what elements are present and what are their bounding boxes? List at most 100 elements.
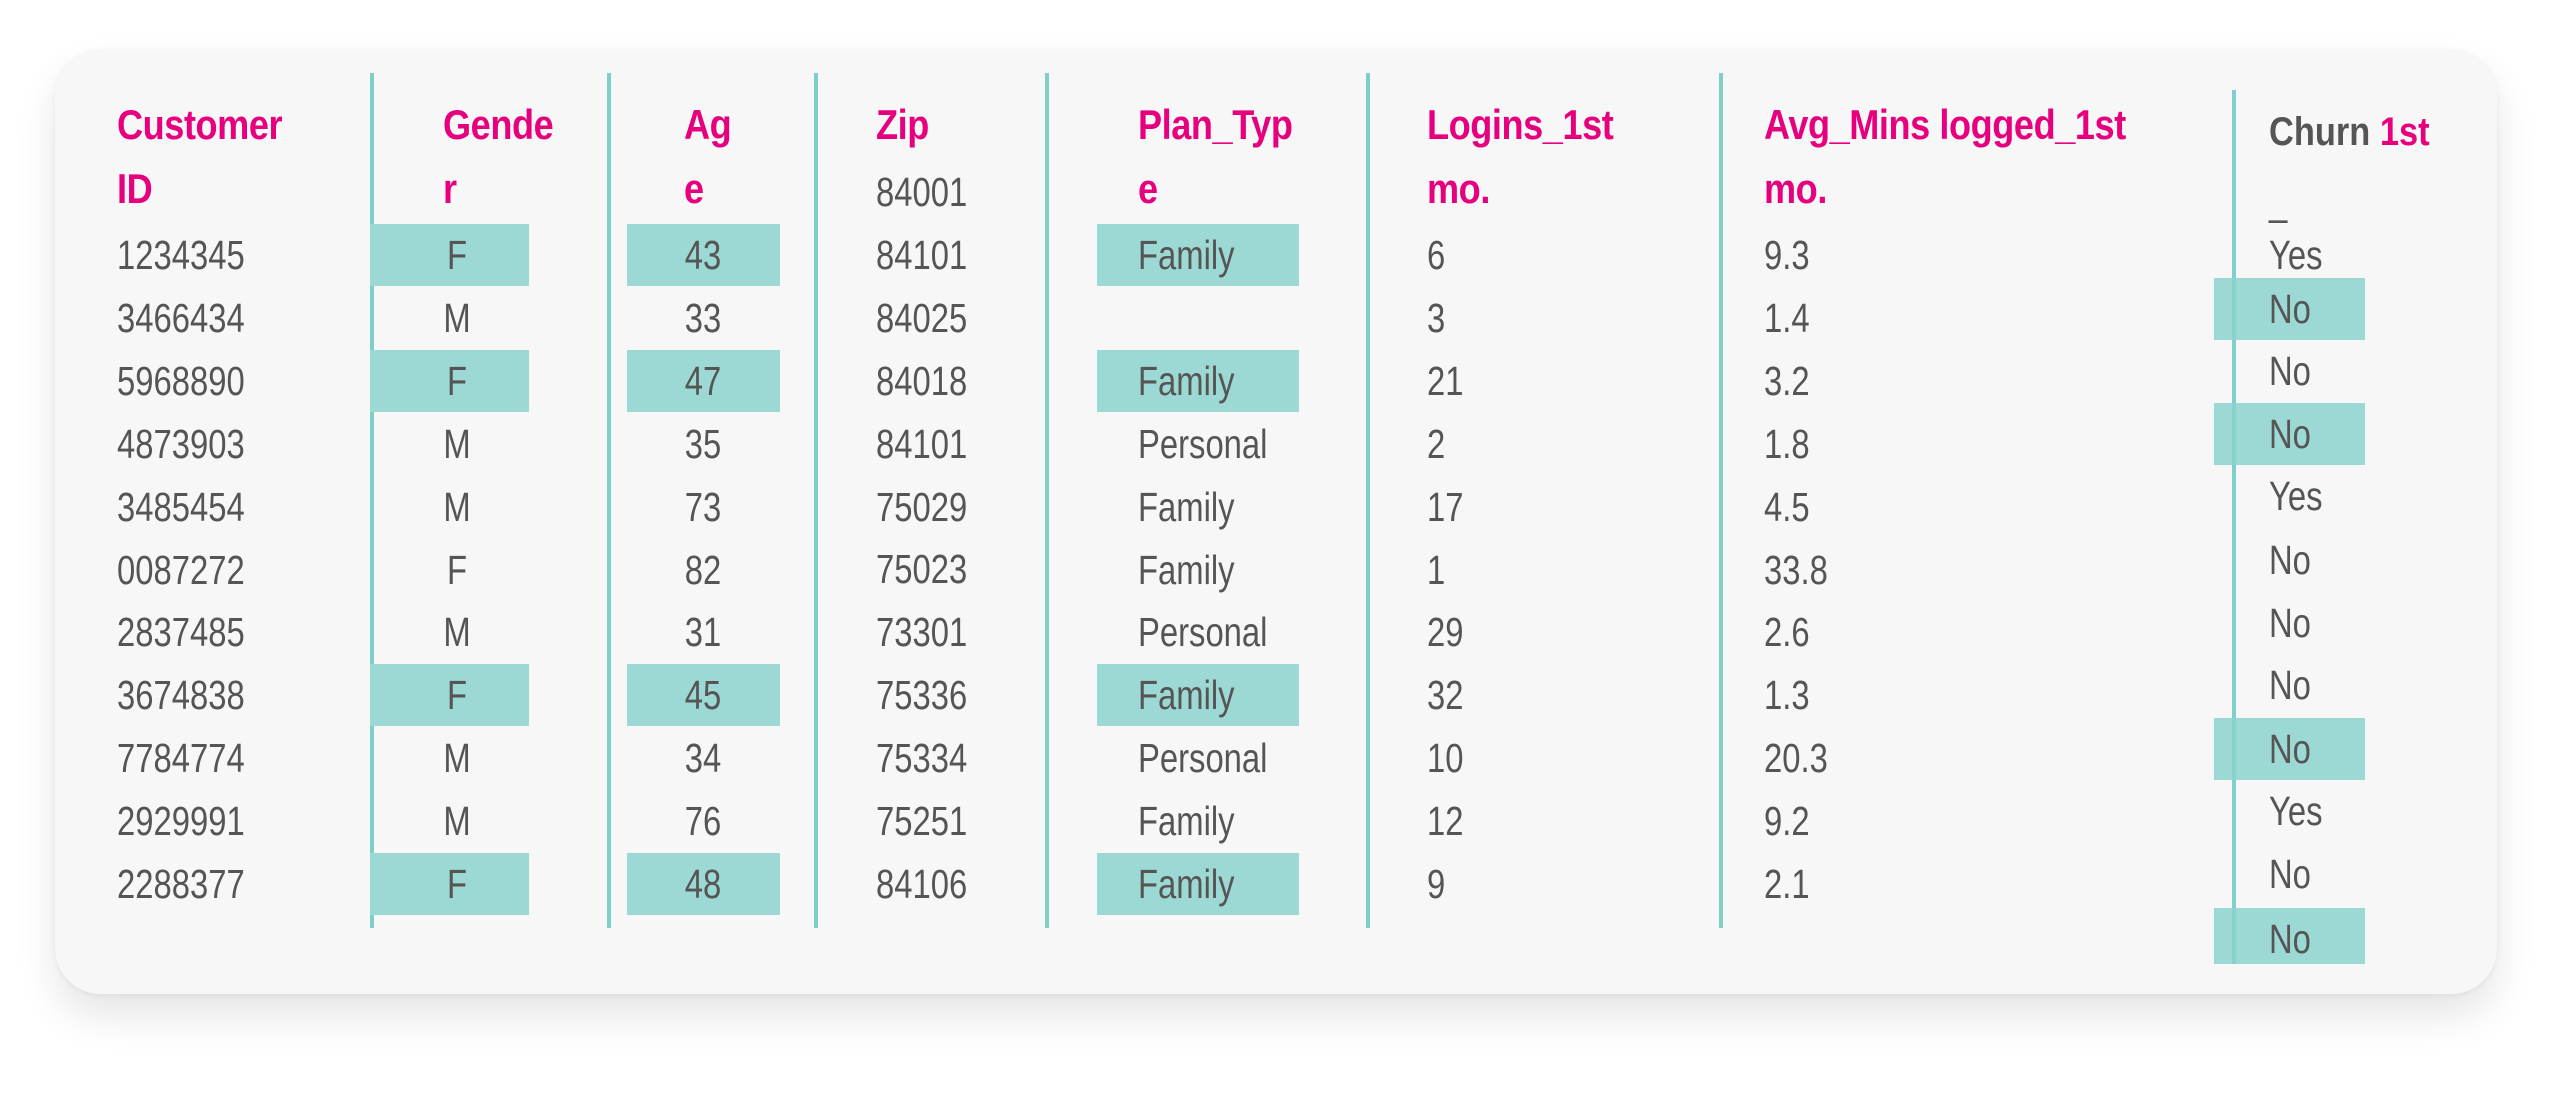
churn-column-divider	[2232, 90, 2236, 964]
zip-cell: 84101	[876, 231, 968, 278]
plan-type-cell: Family	[1138, 798, 1235, 845]
plan-type-cell: Family	[1138, 232, 1235, 278]
age-cell: 33	[684, 294, 722, 341]
zip-cell: 73301	[876, 609, 968, 656]
header-plan-type: e	[1138, 165, 1158, 212]
churn-cell: Yes	[2269, 788, 2323, 834]
customer-id-cell: 3674838	[117, 672, 245, 719]
age-cell: 35	[684, 420, 722, 467]
header-churn-1st-label: 1st	[2379, 110, 2430, 154]
gender-cell: F	[446, 546, 468, 593]
logins-cell: 9	[1427, 861, 1446, 907]
zip-cell: 75251	[876, 798, 968, 844]
column-divider	[814, 73, 818, 928]
header-age: Ag	[684, 101, 732, 148]
header-avg-mins-logged-1st-mo: mo.	[1764, 165, 1827, 212]
churn-cell: No	[2269, 851, 2311, 897]
plan-type-cell: Family	[1138, 546, 1235, 593]
zip-cell: 75336	[876, 672, 968, 719]
customer-id-cell: 3485454	[117, 483, 245, 530]
customer-id-cell: 2288377	[117, 861, 245, 907]
logins-cell: 12	[1427, 798, 1464, 845]
gender-cell: F	[446, 357, 468, 404]
zip-cell: 84025	[876, 294, 968, 341]
header-churn-underscore: _	[2269, 178, 2288, 224]
churn-cell: No	[2269, 348, 2311, 394]
customer-id-cell: 7784774	[117, 735, 245, 782]
customer-id-cell: 1234345	[117, 232, 245, 278]
zip-cell: 75029	[876, 483, 968, 530]
header-age: e	[684, 165, 704, 212]
gender-cell: M	[443, 609, 471, 656]
churn-cell: Yes	[2269, 473, 2323, 519]
gender-cell: F	[446, 232, 468, 278]
gender-cell: M	[443, 483, 471, 530]
age-cell: 82	[684, 546, 722, 593]
churn-cell: No	[2269, 537, 2311, 583]
logins-cell: 6	[1427, 232, 1446, 278]
churn-cell: No	[2269, 600, 2311, 646]
age-cell: 34	[684, 735, 722, 782]
churn-cell: No	[2269, 286, 2311, 332]
churn-cell: No	[2269, 726, 2311, 772]
header-customer-id: Customer	[117, 101, 283, 148]
zip-cell: 75334	[876, 735, 968, 782]
header-churn-1st: Churn 1st	[2269, 102, 2430, 162]
logins-cell: 1	[1427, 546, 1446, 593]
customer-id-cell: 2837485	[117, 609, 245, 656]
age-cell: 73	[684, 483, 722, 530]
logins-cell: 21	[1427, 357, 1464, 404]
customer-id-cell: 5968890	[117, 357, 245, 404]
age-cell: 48	[684, 861, 722, 907]
age-cell: 31	[684, 609, 722, 656]
avg-mins-cell: 1.8	[1764, 420, 1810, 467]
zip-cell: 84018	[876, 357, 968, 404]
gender-cell: F	[446, 861, 468, 907]
logins-cell: 10	[1427, 735, 1464, 782]
column-divider	[370, 73, 374, 928]
customer-id-cell: 3466434	[117, 294, 245, 341]
churn-cell: No	[2269, 411, 2311, 457]
column-divider	[607, 73, 611, 928]
avg-mins-cell: 4.5	[1764, 483, 1810, 530]
header-zip: Zip	[876, 101, 929, 148]
avg-mins-cell: 33.8	[1764, 546, 1828, 593]
customer-id-cell: 2929991	[117, 798, 245, 845]
avg-mins-cell: 1.4	[1764, 294, 1810, 341]
customer-id-cell: 0087272	[117, 546, 245, 593]
avg-mins-cell: 2.1	[1764, 861, 1810, 907]
header-customer-id: ID	[117, 165, 153, 212]
header-plan-type: Plan_Typ	[1138, 101, 1293, 148]
age-cell: 43	[684, 232, 722, 278]
logins-cell: 2	[1427, 420, 1446, 467]
plan-type-cell: Family	[1138, 861, 1235, 907]
age-cell: 76	[684, 798, 722, 845]
gender-cell: M	[443, 420, 471, 467]
gender-cell: M	[443, 798, 471, 845]
age-cell: 45	[684, 672, 722, 719]
header-avg-mins-logged-1st-mo: Avg_Mins logged_1st	[1764, 101, 2126, 148]
avg-mins-cell: 20.3	[1764, 735, 1828, 782]
plan-type-cell: Personal	[1138, 735, 1268, 782]
churn-cell: No	[2269, 662, 2311, 708]
churn-cell: Yes	[2269, 232, 2323, 278]
header-gender: r	[443, 165, 457, 212]
zip-cell: 84106	[876, 860, 968, 907]
avg-mins-cell: 9.3	[1764, 232, 1810, 278]
avg-mins-cell: 2.6	[1764, 609, 1810, 656]
column-divider	[1045, 73, 1049, 928]
avg-mins-cell: 3.2	[1764, 357, 1810, 404]
logins-cell: 29	[1427, 609, 1464, 656]
churn-cell: No	[2269, 916, 2311, 962]
plan-type-cell: Family	[1138, 357, 1235, 404]
logins-cell: 3	[1427, 294, 1446, 341]
plan-type-cell: Personal	[1138, 420, 1268, 467]
customer-id-cell: 4873903	[117, 420, 245, 467]
gender-cell: F	[446, 672, 468, 719]
zip-cell: 75023	[876, 546, 968, 593]
avg-mins-cell: 1.3	[1764, 672, 1810, 719]
header-logins-1st-mo: Logins_1st	[1427, 101, 1614, 148]
plan-type-cell: Personal	[1138, 609, 1268, 656]
logins-cell: 17	[1427, 483, 1464, 530]
column-divider	[1719, 73, 1723, 928]
